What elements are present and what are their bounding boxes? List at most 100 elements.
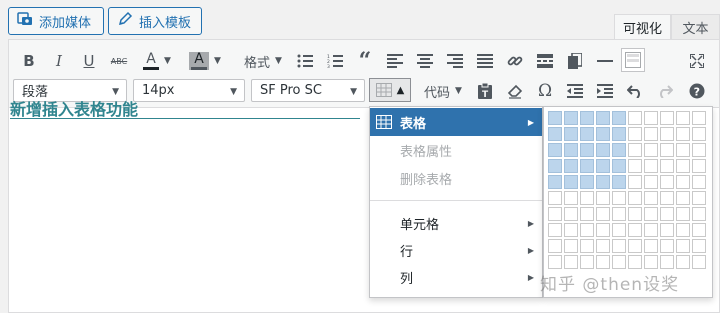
grid-cell[interactable] [580,239,594,253]
font-size-select[interactable]: 14px ▼ [133,79,245,102]
grid-cell[interactable] [548,223,562,237]
grid-cell[interactable] [692,207,706,221]
menu-item-delete-table[interactable]: 删除表格 [370,164,542,192]
grid-cell[interactable] [644,255,658,269]
grid-cell[interactable] [596,239,610,253]
undo-icon[interactable] [623,80,647,102]
grid-cell[interactable] [660,159,674,173]
blockquote-icon[interactable]: “ [353,48,377,74]
grid-cell[interactable] [564,159,578,173]
grid-cell[interactable] [692,127,706,141]
grid-cell[interactable] [628,239,642,253]
grid-cell[interactable] [644,127,658,141]
grid-cell[interactable] [580,143,594,157]
grid-cell[interactable] [660,255,674,269]
align-center-icon[interactable] [413,50,437,72]
grid-cell[interactable] [612,255,626,269]
underline-icon[interactable]: U [77,50,101,72]
grid-cell[interactable] [612,239,626,253]
table-button[interactable]: ▲ [369,78,411,102]
grid-cell[interactable] [564,127,578,141]
grid-cell[interactable] [692,191,706,205]
grid-cell[interactable] [692,111,706,125]
grid-cell[interactable] [548,207,562,221]
grid-cell[interactable] [548,255,562,269]
grid-cell[interactable] [644,191,658,205]
read-more-icon[interactable] [533,50,557,72]
grid-cell[interactable] [692,223,706,237]
tab-text[interactable]: 文本 [671,14,720,39]
toolbar-toggle-icon[interactable] [621,48,645,72]
grid-cell[interactable] [660,111,674,125]
clear-formatting-icon[interactable] [503,80,527,102]
bold-icon[interactable]: B [17,50,41,72]
grid-cell[interactable] [692,159,706,173]
grid-cell[interactable] [564,239,578,253]
grid-cell[interactable] [676,255,690,269]
grid-cell[interactable] [596,207,610,221]
grid-cell[interactable] [660,175,674,189]
grid-cell[interactable] [548,127,562,141]
tab-visual[interactable]: 可视化 [614,14,671,40]
content-heading[interactable]: 新增插入表格功能 [10,96,138,120]
grid-cell[interactable] [644,239,658,253]
grid-cell[interactable] [628,159,642,173]
grid-cell[interactable] [580,255,594,269]
grid-cell[interactable] [692,239,706,253]
grid-cell[interactable] [596,255,610,269]
grid-cell[interactable] [596,175,610,189]
grid-cell[interactable] [660,127,674,141]
grid-cell[interactable] [628,223,642,237]
grid-cell[interactable] [644,159,658,173]
grid-cell[interactable] [612,143,626,157]
grid-cell[interactable] [612,175,626,189]
grid-cell[interactable] [580,111,594,125]
grid-cell[interactable] [596,111,610,125]
font-family-select[interactable]: SF Pro SC ▼ [251,79,365,102]
align-right-icon[interactable] [443,50,467,72]
numbered-list-icon[interactable]: 123 [323,50,347,72]
grid-cell[interactable] [564,143,578,157]
grid-cell[interactable] [676,127,690,141]
grid-cell[interactable] [644,207,658,221]
grid-cell[interactable] [660,143,674,157]
grid-cell[interactable] [564,175,578,189]
link-icon[interactable] [503,50,527,72]
grid-cell[interactable] [580,191,594,205]
grid-cell[interactable] [612,111,626,125]
text-color-button[interactable]: A ▼ [137,49,177,73]
grid-cell[interactable] [564,223,578,237]
format-menu-button[interactable]: 格式 ▼ [237,50,289,72]
paste-icon[interactable] [563,50,587,72]
grid-cell[interactable] [548,143,562,157]
menu-item-table-properties[interactable]: 表格属性 [370,136,542,164]
grid-cell[interactable] [644,175,658,189]
grid-cell[interactable] [628,143,642,157]
grid-cell[interactable] [548,159,562,173]
indent-icon[interactable] [593,80,617,102]
grid-cell[interactable] [548,111,562,125]
grid-cell[interactable] [564,191,578,205]
grid-cell[interactable] [564,111,578,125]
grid-cell[interactable] [644,111,658,125]
grid-cell[interactable] [676,143,690,157]
redo-icon[interactable] [653,80,677,102]
grid-cell[interactable] [580,175,594,189]
grid-cell[interactable] [692,255,706,269]
background-color-button[interactable]: A ▼ [185,49,225,73]
grid-cell[interactable] [660,207,674,221]
grid-cell[interactable] [628,207,642,221]
grid-cell[interactable] [612,127,626,141]
grid-cell[interactable] [596,143,610,157]
grid-cell[interactable] [660,223,674,237]
grid-cell[interactable] [564,207,578,221]
menu-item-row[interactable]: 行 ▶ [370,236,542,264]
grid-cell[interactable] [660,191,674,205]
grid-cell[interactable] [612,159,626,173]
grid-cell[interactable] [596,159,610,173]
align-left-icon[interactable] [383,50,407,72]
menu-item-table[interactable]: 表格 ▶ [370,108,542,136]
fullscreen-icon[interactable] [685,50,709,72]
horizontal-line-icon[interactable] [593,50,617,72]
grid-cell[interactable] [612,191,626,205]
